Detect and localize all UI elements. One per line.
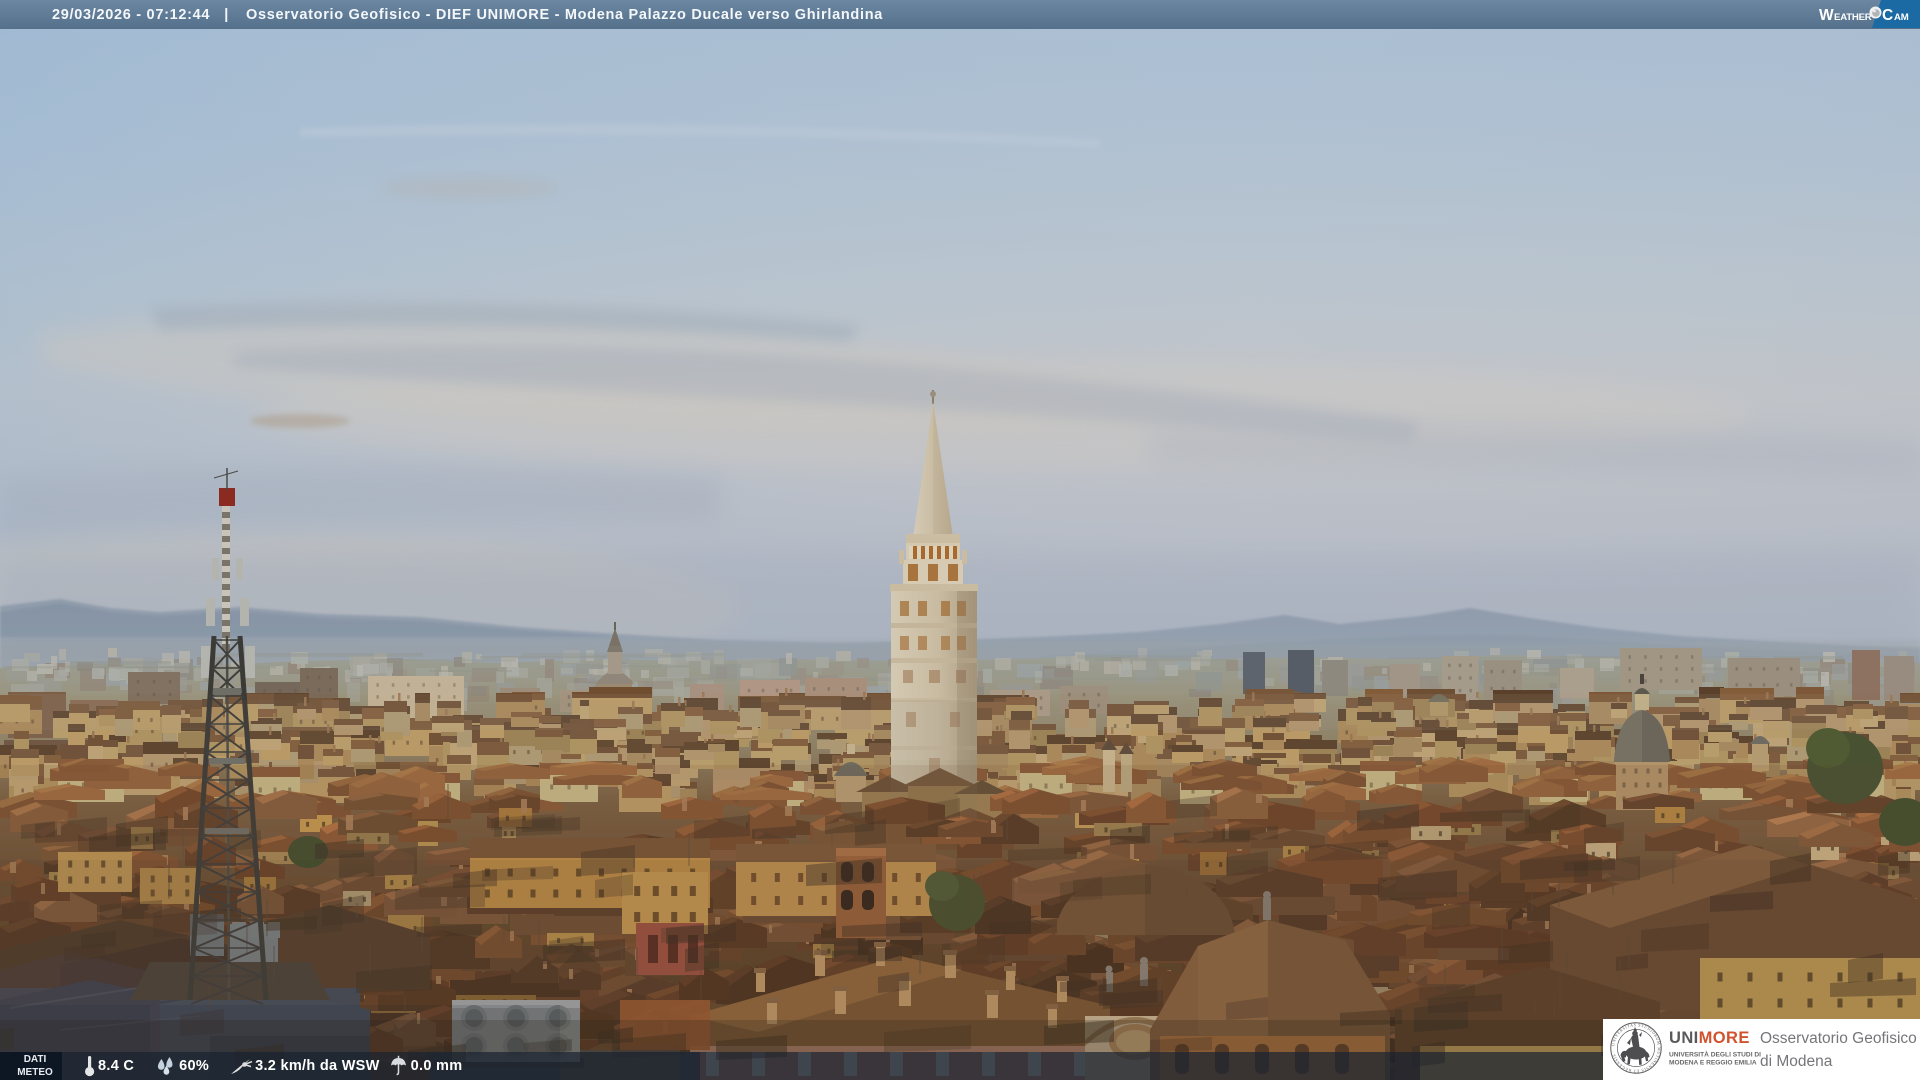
svg-text:UNIMORE: UNIMORE [1669, 1029, 1750, 1047]
svg-text:AM: AM [1894, 12, 1909, 23]
svg-text:MODENA E REGGIO EMILIA: MODENA E REGGIO EMILIA [1669, 1060, 1757, 1067]
svg-text:C: C [1882, 7, 1893, 24]
svg-text:W: W [1819, 7, 1834, 24]
svg-text:di Modena: di Modena [1760, 1053, 1833, 1070]
svg-text:EATHER: EATHER [1834, 12, 1872, 23]
svg-text:UNIVERSITÀ DEGLI STUDI DI: UNIVERSITÀ DEGLI STUDI DI [1669, 1050, 1761, 1059]
svg-text:Osservatorio Geofisico: Osservatorio Geofisico [1760, 1030, 1917, 1047]
